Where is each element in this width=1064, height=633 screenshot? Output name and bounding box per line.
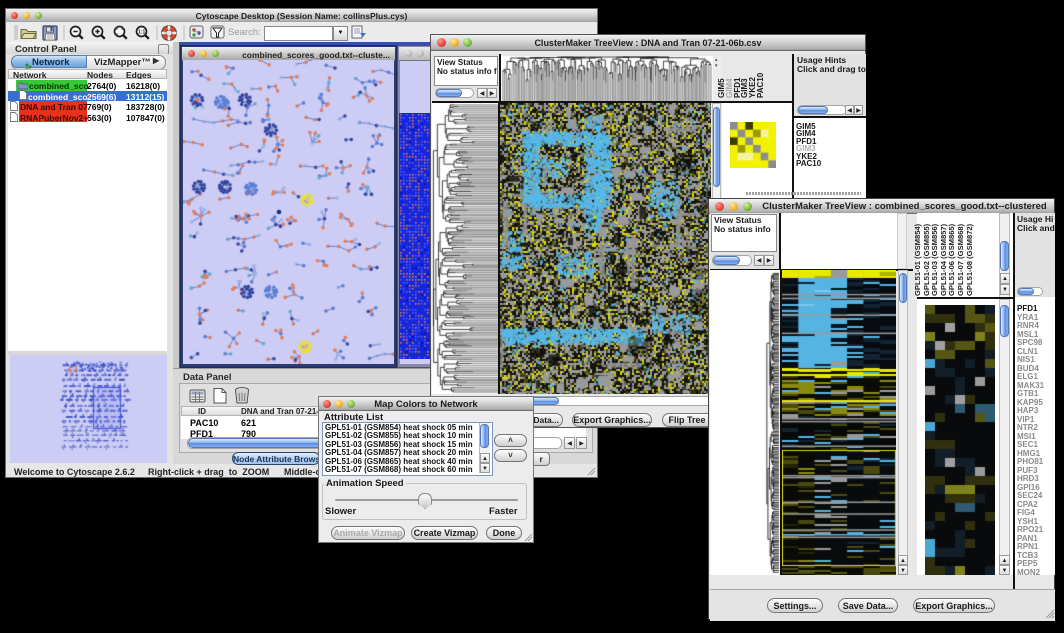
svg-text:1:1: 1:1 [138, 30, 145, 36]
